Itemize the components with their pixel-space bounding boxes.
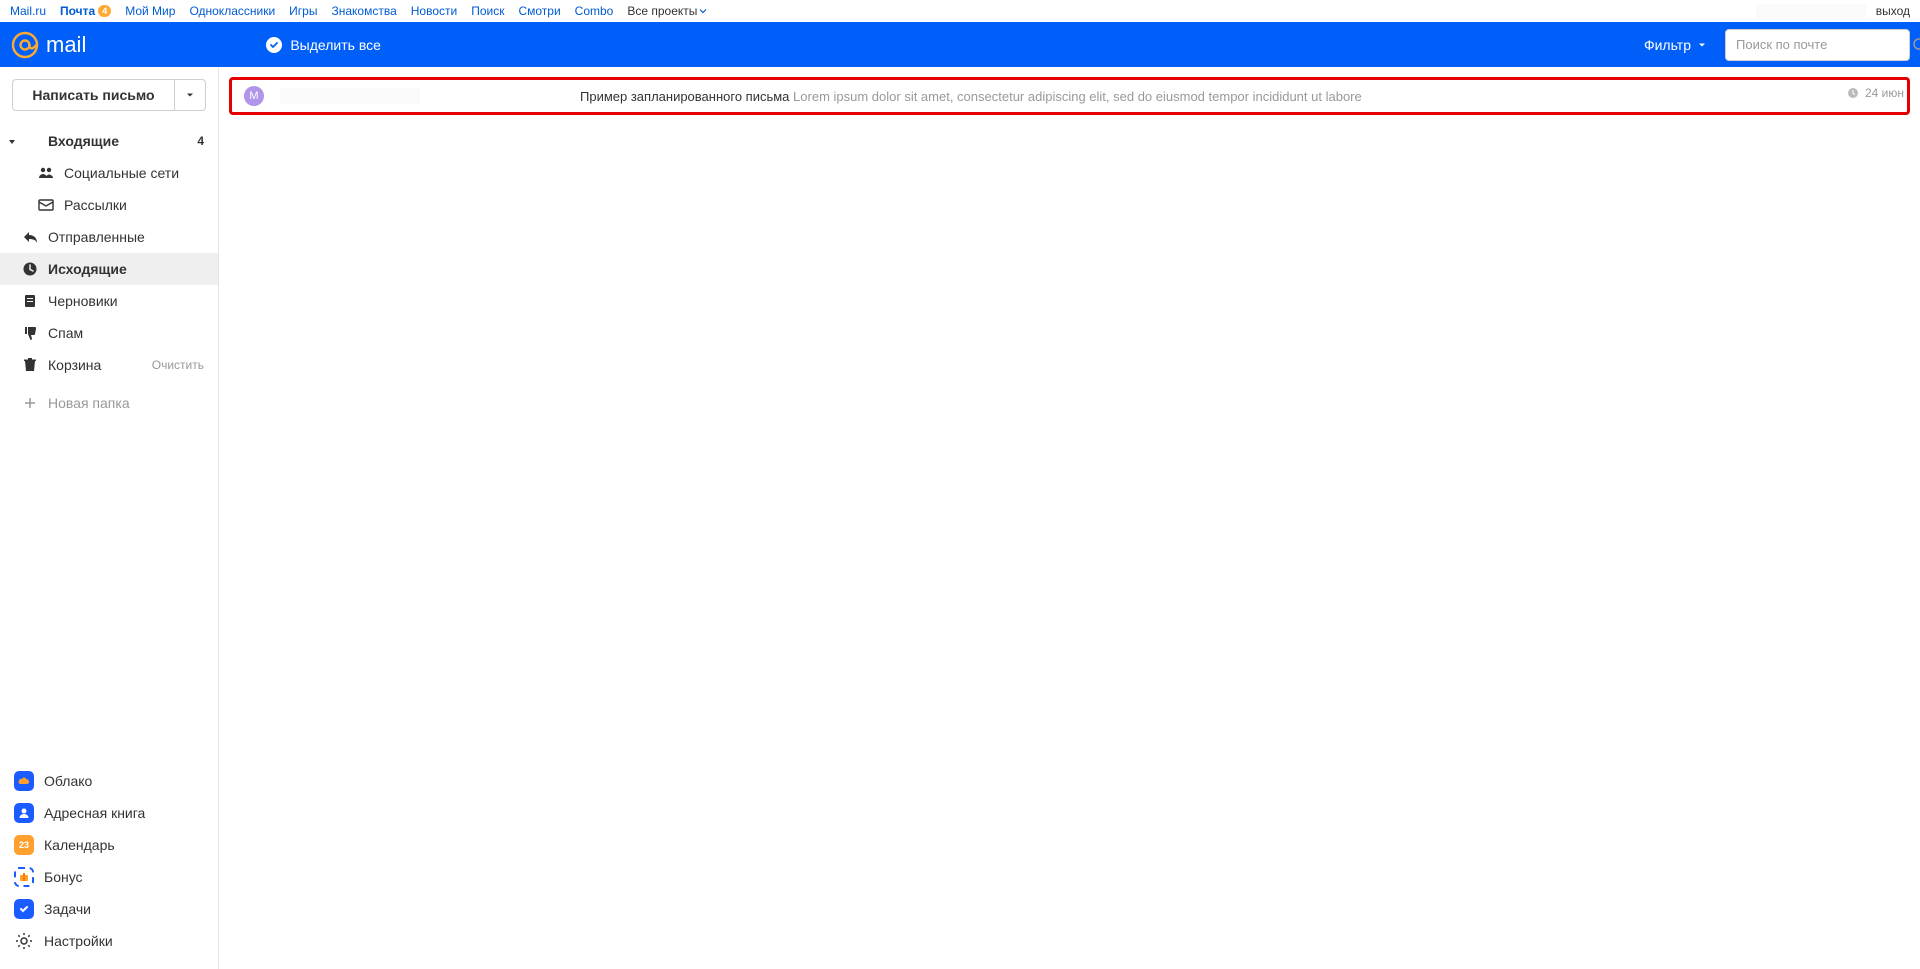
folder-drafts[interactable]: Черновики xyxy=(0,285,218,317)
newsletter-icon xyxy=(38,197,54,213)
folder-sent[interactable]: Отправленные xyxy=(0,221,218,253)
cloud-icon xyxy=(14,771,34,791)
mail-preview: Lorem ipsum dolor sit amet, consectetur … xyxy=(793,89,1362,104)
tasks-icon xyxy=(14,899,34,919)
mail-list: М Пример запланированного письма Lorem i… xyxy=(219,67,1920,969)
mail-header: mail Выделить все Фильтр xyxy=(0,22,1920,67)
compose-dropdown-button[interactable] xyxy=(174,79,206,111)
inbox-count: 4 xyxy=(197,134,204,148)
compose-button[interactable]: Написать письмо xyxy=(12,79,174,111)
filter-button[interactable]: Фильтр xyxy=(1644,37,1707,53)
chevron-down-icon xyxy=(1697,40,1707,50)
topnav-link-moimir[interactable]: Мой Мир xyxy=(125,4,175,18)
main-layout: Написать письмо Входящие 4 Социальные се… xyxy=(0,67,1920,969)
calendar-icon: 23 xyxy=(14,835,34,855)
search-box[interactable] xyxy=(1725,29,1910,61)
link-settings[interactable]: Настройки xyxy=(0,925,218,957)
topnav-link-pochta[interactable]: Почта 4 xyxy=(60,4,111,18)
contact-icon xyxy=(14,803,34,823)
sender-name-redacted xyxy=(280,88,420,104)
clock-icon xyxy=(22,261,38,277)
folder-social[interactable]: Социальные сети xyxy=(0,157,218,189)
folder-trash[interactable]: Корзина Очистить xyxy=(0,349,218,381)
chevron-down-icon xyxy=(185,90,195,100)
check-circle-icon xyxy=(266,37,282,53)
global-topnav: Mail.ru Почта 4 Мой Мир Одноклассники Иг… xyxy=(0,0,1920,22)
mail-date: 24 июн xyxy=(1847,86,1904,100)
thumbs-down-icon xyxy=(22,325,38,341)
topnav-link-mailru[interactable]: Mail.ru xyxy=(10,4,46,18)
topnav-link-projects[interactable]: Все проекты xyxy=(627,4,707,18)
folder-newsletters[interactable]: Рассылки xyxy=(0,189,218,221)
people-icon xyxy=(38,165,54,181)
topnav-link-news[interactable]: Новости xyxy=(411,4,457,18)
mail-subject: Пример запланированного письма xyxy=(580,89,789,104)
sidebar-bottom-links: Облако Адресная книга 23 Календарь Бонус xyxy=(0,757,218,969)
user-email-redacted[interactable] xyxy=(1756,4,1866,18)
unread-badge: 4 xyxy=(98,5,111,17)
topnav-link-combo[interactable]: Combo xyxy=(575,4,614,18)
sidebar: Написать письмо Входящие 4 Социальные се… xyxy=(0,67,219,969)
mail-logo[interactable]: mail xyxy=(10,30,86,60)
link-bonus[interactable]: Бонус xyxy=(0,861,218,893)
search-icon xyxy=(1912,37,1920,53)
at-logo-icon xyxy=(10,30,40,60)
bonus-icon xyxy=(14,867,34,887)
link-cloud[interactable]: Облако xyxy=(0,765,218,797)
sender-avatar: М xyxy=(244,86,264,106)
logout-link[interactable]: выход xyxy=(1876,4,1910,18)
mail-text: Пример запланированного письма Lorem ips… xyxy=(580,89,1895,104)
logo-text: mail xyxy=(46,32,86,58)
topnav-link-games[interactable]: Игры xyxy=(289,4,317,18)
select-all-button[interactable]: Выделить все xyxy=(266,37,381,53)
trash-icon xyxy=(22,357,38,373)
draft-icon xyxy=(22,293,38,309)
topnav-user: выход xyxy=(1756,4,1910,18)
link-contacts[interactable]: Адресная книга xyxy=(0,797,218,829)
link-calendar[interactable]: 23 Календарь xyxy=(0,829,218,861)
topnav-link-ok[interactable]: Одноклассники xyxy=(189,4,275,18)
folder-outbox[interactable]: Исходящие xyxy=(0,253,218,285)
topnav-link-watch[interactable]: Смотри xyxy=(518,4,560,18)
gear-icon xyxy=(14,931,34,951)
empty-trash-link[interactable]: Очистить xyxy=(152,358,204,372)
clock-icon xyxy=(1847,87,1859,99)
topnav-link-dating[interactable]: Знакомства xyxy=(331,4,396,18)
folder-spam[interactable]: Спам xyxy=(0,317,218,349)
caret-down-icon xyxy=(8,133,16,149)
folder-inbox[interactable]: Входящие 4 xyxy=(0,125,218,157)
folder-list: Входящие 4 Социальные сети Рассылки Отп xyxy=(0,125,218,757)
topnav-links: Mail.ru Почта 4 Мой Мир Одноклассники Иг… xyxy=(10,4,707,18)
chevron-down-icon xyxy=(699,7,707,15)
link-tasks[interactable]: Задачи xyxy=(0,893,218,925)
plus-icon xyxy=(22,397,38,409)
mail-row-highlighted[interactable]: М Пример запланированного письма Lorem i… xyxy=(229,77,1910,115)
search-input[interactable] xyxy=(1736,37,1912,52)
reply-icon xyxy=(22,229,38,245)
topnav-link-search[interactable]: Поиск xyxy=(471,4,504,18)
new-folder-button[interactable]: Новая папка xyxy=(0,381,218,419)
